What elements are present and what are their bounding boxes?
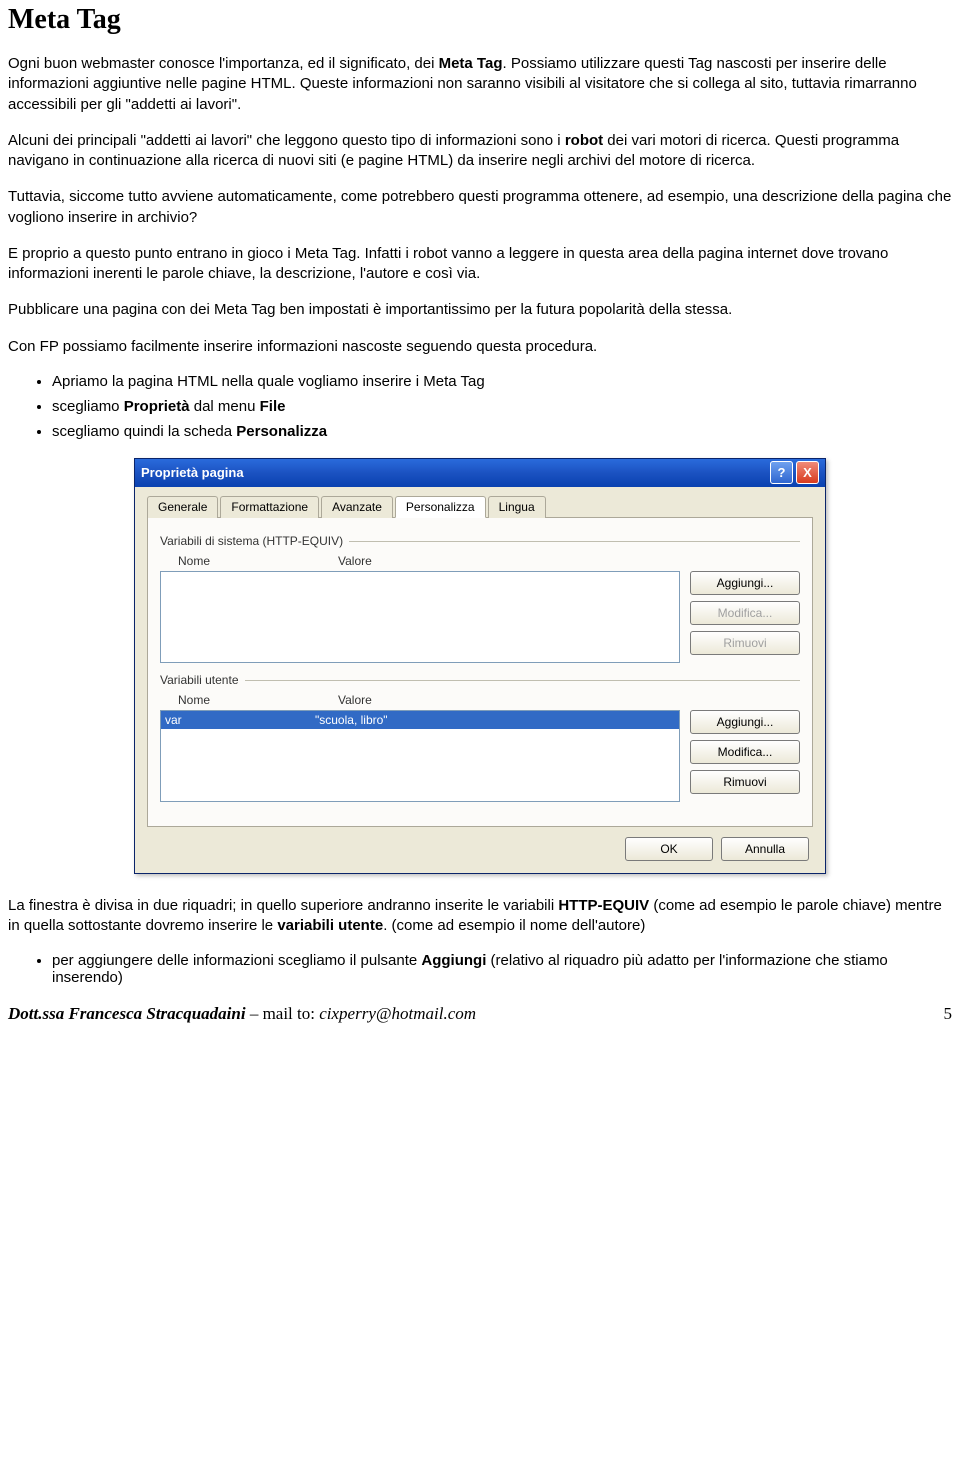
modifica-button[interactable]: Modifica... [690, 601, 800, 625]
bold-text: Proprietà [124, 398, 190, 415]
text: scegliamo [52, 398, 124, 415]
dialog-titlebar[interactable]: Proprietà pagina ? X [135, 459, 825, 487]
text: per aggiungere delle informazioni scegli… [52, 952, 421, 969]
list-row-selected[interactable]: var "scuola, libro" [161, 711, 679, 729]
text: dal menu [190, 398, 260, 415]
text: scegliamo quindi la scheda [52, 423, 236, 440]
dialog-proprieta-pagina: Proprietà pagina ? X Generale Formattazi… [134, 458, 826, 874]
paragraph: Con FP possiamo facilmente inserire info… [8, 337, 952, 357]
footer-sep: – mail to: [246, 1004, 320, 1023]
bold-text: HTTP-EQUIV [558, 897, 649, 914]
page-heading: Meta Tag [8, 4, 952, 36]
group-legend-text: Variabili utente [160, 673, 239, 687]
tab-panel-personalizza: Variabili di sistema (HTTP-EQUIV) Nome V… [147, 518, 813, 827]
ok-button[interactable]: OK [625, 837, 713, 861]
aggiungi-button[interactable]: Aggiungi... [690, 710, 800, 734]
divider [349, 541, 800, 542]
bold-text: variabili utente [277, 917, 383, 934]
group-legend-text: Variabili di sistema (HTTP-EQUIV) [160, 534, 343, 548]
page-number: 5 [944, 1004, 953, 1024]
column-header-valore: Valore [338, 554, 800, 568]
column-header-valore: Valore [338, 693, 800, 707]
bullet-list: per aggiungere delle informazioni scegli… [8, 952, 952, 986]
help-icon[interactable]: ? [770, 461, 793, 484]
bold-text: Aggiungi [421, 952, 486, 969]
cell-valore: "scuola, libro" [315, 713, 675, 727]
text: . [503, 55, 507, 72]
rimuovi-button[interactable]: Rimuovi [690, 770, 800, 794]
bold-text: Meta Tag [439, 55, 503, 72]
tab-generale[interactable]: Generale [147, 496, 218, 518]
bold-text: Personalizza [236, 423, 327, 440]
bold-text: File [260, 398, 286, 415]
tab-avanzate[interactable]: Avanzate [321, 496, 393, 518]
aggiungi-button[interactable]: Aggiungi... [690, 571, 800, 595]
page-footer: Dott.ssa Francesca Stracquadaini – mail … [8, 1004, 952, 1024]
tabstrip: Generale Formattazione Avanzate Personal… [147, 495, 813, 518]
tab-personalizza[interactable]: Personalizza [395, 496, 486, 518]
bullet-list: Apriamo la pagina HTML nella quale vogli… [8, 373, 952, 440]
text: Alcuni dei principali "addetti ai lavori… [8, 132, 565, 149]
rimuovi-button[interactable]: Rimuovi [690, 631, 800, 655]
paragraph: Alcuni dei principali "addetti ai lavori… [8, 131, 952, 172]
footer-mail: cixperry@hotmail.com [319, 1004, 476, 1023]
bold-text: robot [565, 132, 603, 149]
list-item: per aggiungere delle informazioni scegli… [52, 952, 952, 986]
text: La finestra è divisa in due riquadri; in… [8, 897, 558, 914]
list-item: scegliamo quindi la scheda Personalizza [52, 423, 952, 440]
group-variabili-utente: Variabili utente Nome Valore var "scuola… [160, 673, 800, 802]
divider [245, 680, 801, 681]
paragraph: E proprio a questo punto entrano in gioc… [8, 244, 952, 285]
column-header-nome: Nome [160, 693, 338, 707]
footer-author: Dott.ssa Francesca Stracquadaini [8, 1004, 246, 1023]
paragraph: Tuttavia, siccome tutto avviene automati… [8, 187, 952, 228]
list-item: scegliamo Proprietà dal menu File [52, 398, 952, 415]
text: . (come ad esempio il nome dell'autore) [383, 917, 645, 934]
listbox-http-equiv[interactable] [160, 571, 680, 663]
list-item: Apriamo la pagina HTML nella quale vogli… [52, 373, 952, 390]
annulla-button[interactable]: Annulla [721, 837, 809, 861]
cell-nome: var [165, 713, 315, 727]
paragraph: Ogni buon webmaster conosce l'importanza… [8, 54, 952, 115]
tab-formattazione[interactable]: Formattazione [220, 496, 319, 518]
paragraph: La finestra è divisa in due riquadri; in… [8, 896, 952, 937]
group-http-equiv: Variabili di sistema (HTTP-EQUIV) Nome V… [160, 534, 800, 663]
column-header-nome: Nome [160, 554, 338, 568]
dialog-title: Proprietà pagina [141, 465, 767, 480]
text: Ogni buon webmaster conosce l'importanza… [8, 55, 439, 72]
paragraph: Pubblicare una pagina con dei Meta Tag b… [8, 300, 952, 320]
close-icon[interactable]: X [796, 461, 819, 484]
tab-lingua[interactable]: Lingua [488, 496, 546, 518]
listbox-variabili-utente[interactable]: var "scuola, libro" [160, 710, 680, 802]
modifica-button[interactable]: Modifica... [690, 740, 800, 764]
